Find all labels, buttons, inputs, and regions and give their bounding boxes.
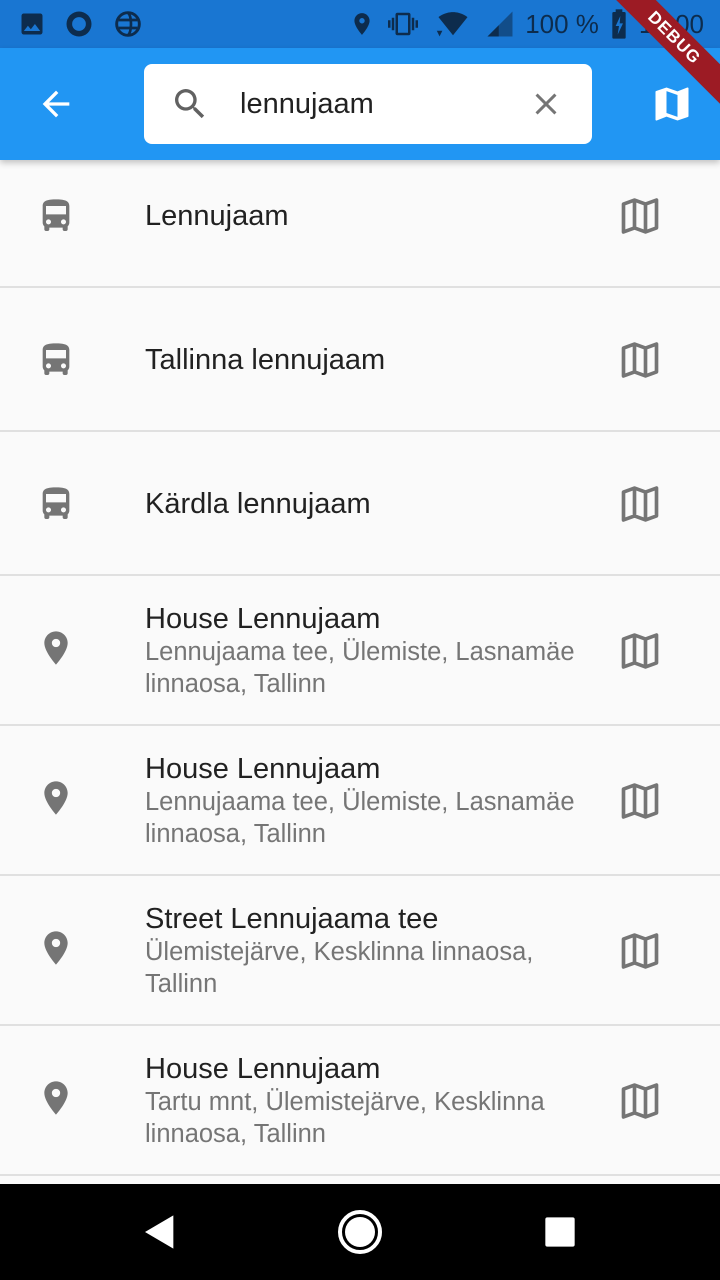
result-subtitle: Lennujaama tee, Ülemiste, Lasnamäe linna…	[145, 638, 575, 698]
close-icon[interactable]	[528, 86, 564, 122]
battery-charging-icon	[612, 9, 626, 39]
place-pin-icon	[44, 931, 68, 965]
results-list: Lennujaam Tallinna lennujaam Kärdla lenn…	[0, 144, 720, 1176]
map-icon	[655, 87, 689, 121]
app-bar	[0, 48, 720, 160]
map-view-button[interactable]	[640, 72, 704, 136]
result-title: House Lennujaam	[145, 1053, 381, 1085]
place-pin-icon	[44, 1081, 68, 1115]
circle-app-icon	[66, 11, 92, 37]
result-title: House Lennujaam	[145, 603, 381, 635]
map-outline-icon[interactable]	[618, 929, 662, 973]
sync-globe-icon	[115, 11, 141, 37]
map-outline-icon[interactable]	[618, 338, 662, 382]
bus-icon	[42, 199, 70, 231]
bus-icon	[42, 487, 70, 519]
battery-percent: 100 %	[525, 8, 599, 39]
image-icon	[21, 13, 43, 35]
status-bar-notifications	[18, 8, 144, 40]
vibrate-icon	[388, 12, 419, 36]
place-pin-icon	[44, 781, 68, 815]
search-bar[interactable]	[144, 64, 592, 144]
list-item[interactable]: Tallinna lennujaam	[0, 288, 720, 432]
list-item[interactable]: Kärdla lennujaam	[0, 432, 720, 576]
result-title: Street Lennujaama tee	[145, 903, 439, 935]
list-item[interactable]: House Lennujaam Tartu mnt, Ülemistejärve…	[0, 1026, 720, 1176]
arrow-back-icon	[42, 90, 70, 118]
result-subtitle: Tartu mnt, Ülemistejärve, Kesklinna linn…	[145, 1088, 545, 1148]
nav-home-icon[interactable]	[336, 1208, 384, 1256]
map-outline-icon[interactable]	[618, 1079, 662, 1123]
signal-icon	[487, 11, 513, 37]
map-outline-icon[interactable]	[618, 482, 662, 526]
result-subtitle: Lennujaama tee, Ülemiste, Lasnamäe linna…	[145, 788, 575, 848]
result-title: Tallinna lennujaam	[145, 344, 386, 376]
status-bar: ▾ 100 % 12:00	[0, 0, 720, 48]
map-outline-icon[interactable]	[618, 629, 662, 673]
map-outline-icon[interactable]	[618, 194, 662, 238]
list-item[interactable]: House Lennujaam Lennujaama tee, Ülemiste…	[0, 726, 720, 876]
list-item[interactable]: Street Lennujaama tee Ülemistejärve, Kes…	[0, 876, 720, 1026]
system-nav-bar	[0, 1184, 720, 1280]
search-input[interactable]	[240, 64, 510, 144]
wifi-icon: ▾	[437, 12, 468, 40]
back-button[interactable]	[24, 72, 88, 136]
place-pin-icon	[44, 631, 68, 665]
nav-recents-icon[interactable]	[544, 1216, 576, 1248]
search-icon	[175, 89, 205, 119]
nav-back-icon[interactable]	[140, 1212, 180, 1252]
bus-icon	[42, 343, 70, 375]
result-subtitle: Ülemistejärve, Kesklinna linnaosa, Talli…	[145, 938, 534, 998]
list-item[interactable]: House Lennujaam Lennujaama tee, Ülemiste…	[0, 576, 720, 726]
result-title: Kärdla lennujaam	[145, 488, 371, 520]
location-icon	[354, 13, 370, 35]
result-title: Lennujaam	[145, 200, 289, 232]
svg-text:▾: ▾	[437, 28, 443, 40]
map-outline-icon[interactable]	[618, 779, 662, 823]
list-item[interactable]: Lennujaam	[0, 144, 720, 288]
result-title: House Lennujaam	[145, 753, 381, 785]
